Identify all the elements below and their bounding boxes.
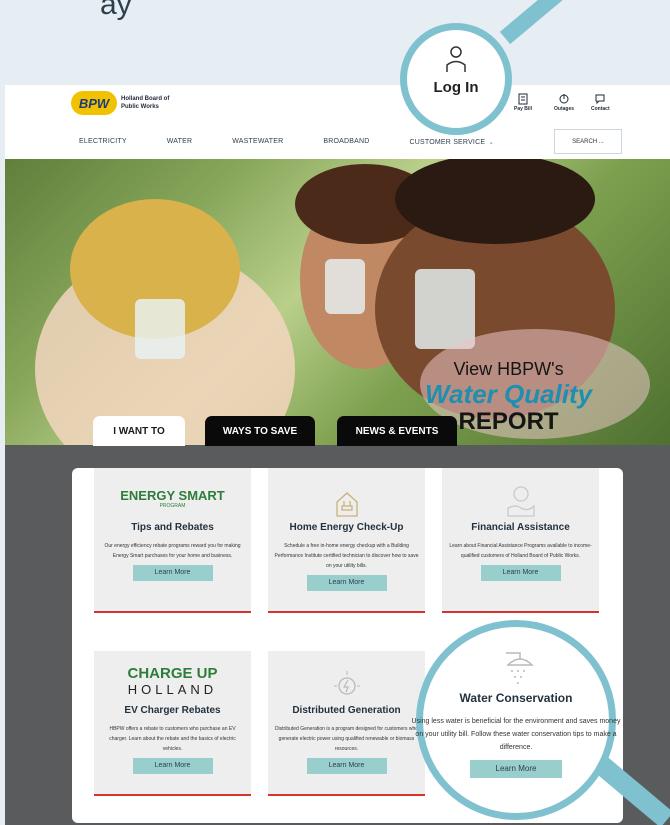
pay-bill-link[interactable]: Pay Bill [514, 93, 532, 112]
card-tips-rebates: ENERGY SMART PROGRAM Tips and Rebates Ou… [94, 468, 251, 613]
card-financial-assistance: Financial Assistance Learn about Financi… [442, 468, 599, 613]
shower-icon [423, 649, 609, 687]
card-home-energy-checkup: Home Energy Check-Up Schedule a free in-… [268, 468, 425, 613]
learn-more-button[interactable]: Learn More [306, 758, 387, 774]
search-input[interactable]: SEARCH ... [554, 129, 622, 154]
energy-smart-sub: PROGRAM [159, 502, 186, 509]
card-title: Tips and Rebates [131, 522, 214, 533]
bill-icon [518, 93, 528, 105]
card-title: Water Conservation [459, 691, 573, 705]
magnifier-login: Log In [400, 23, 512, 135]
card-desc: Distributed Generation is a program desi… [274, 726, 419, 752]
card-ev-charger-rebates: CHARGE UP HOLLAND EV Charger Rebates HBP… [94, 651, 251, 796]
nav-customer-service[interactable]: CUSTOMER SERVICE ⌄ [410, 138, 535, 146]
learn-more-button[interactable]: Learn More [480, 565, 561, 581]
nav-electricity[interactable]: ELECTRICITY [79, 138, 127, 146]
outage-icon [559, 94, 569, 104]
card-desc: Learn about Financial Assistance Program… [449, 543, 592, 559]
card-distributed-generation: Distributed Generation Distributed Gener… [268, 651, 425, 796]
report-line-1: View HBPW's [453, 359, 564, 379]
login-link[interactable]: Log In [407, 44, 505, 96]
tab-ways-to-save[interactable]: WAYS TO SAVE [205, 416, 315, 446]
tab-news-events[interactable]: NEWS & EVENTS [337, 416, 457, 446]
hbpw-logo[interactable]: BPW Holland Board of Public Works [71, 91, 181, 115]
contact-link[interactable]: Contact [591, 93, 610, 112]
learn-more-button[interactable]: Learn More [306, 575, 387, 591]
energy-smart-logo: ENERGY SMART PROGRAM [94, 478, 251, 518]
hero-banner[interactable]: View HBPW's Water Quality REPORT [5, 159, 670, 445]
charge-up-sub: HOLLAND [127, 682, 218, 697]
learn-more-button[interactable]: Learn More [470, 760, 562, 778]
card-title: EV Charger Rebates [124, 705, 221, 716]
report-line-2: Water Quality [425, 379, 593, 409]
main-nav: ELECTRICITY WATER WASTEWATER BROADBAND C… [79, 138, 574, 146]
charge-up-brand: CHARGE UP [127, 665, 218, 682]
outages-label: Outages [554, 106, 575, 112]
logo-badge: BPW [71, 91, 117, 115]
nav-water[interactable]: WATER [167, 138, 193, 146]
card-desc: HBPW offers a rebate to customers who pu… [109, 726, 236, 752]
user-icon [446, 46, 466, 72]
card-desc: Using less water is beneficial for the e… [411, 718, 621, 751]
chevron-down-icon: ⌄ [488, 139, 495, 146]
nav-customer-service-label: CUSTOMER SERVICE [409, 139, 486, 146]
learn-more-button[interactable]: Learn More [132, 758, 213, 774]
card-desc: Schedule a free in-home energy checkup w… [274, 543, 419, 569]
hand-coin-icon [442, 478, 599, 518]
magnifier-handle-top [499, 0, 564, 45]
charge-up-logo: CHARGE UP HOLLAND [94, 661, 251, 701]
nav-broadband[interactable]: BROADBAND [323, 138, 369, 146]
card-water-conservation: Water Conservation Using less water is b… [412, 627, 620, 813]
nav-wastewater[interactable]: WASTEWATER [232, 138, 283, 146]
outages-link[interactable]: Outages [554, 93, 574, 112]
pay-bill-label: Pay Bill [514, 106, 533, 112]
learn-more-button[interactable]: Learn More [132, 565, 213, 581]
login-label: Log In [433, 79, 479, 96]
chat-icon [595, 94, 605, 105]
contact-label: Contact [591, 106, 610, 112]
card-title: Distributed Generation [292, 705, 401, 716]
card-desc: Our energy efficiency rebate programs re… [104, 543, 241, 559]
energy-smart-brand: ENERGY SMART [120, 487, 225, 503]
card-title: Financial Assistance [471, 522, 570, 533]
magnifier-water-conservation: Water Conservation Using less water is b… [412, 620, 620, 820]
logo-text: Holland Board of Public Works [121, 96, 170, 110]
site-header: BPW Holland Board of Public Works Pay Bi… [5, 85, 670, 159]
page-caption-fragment: ay [100, 0, 132, 21]
home-plug-icon [268, 478, 425, 518]
card-title: Home Energy Check-Up [289, 522, 404, 533]
tab-i-want-to[interactable]: I WANT TO [93, 416, 185, 446]
sun-bolt-icon [268, 661, 425, 701]
